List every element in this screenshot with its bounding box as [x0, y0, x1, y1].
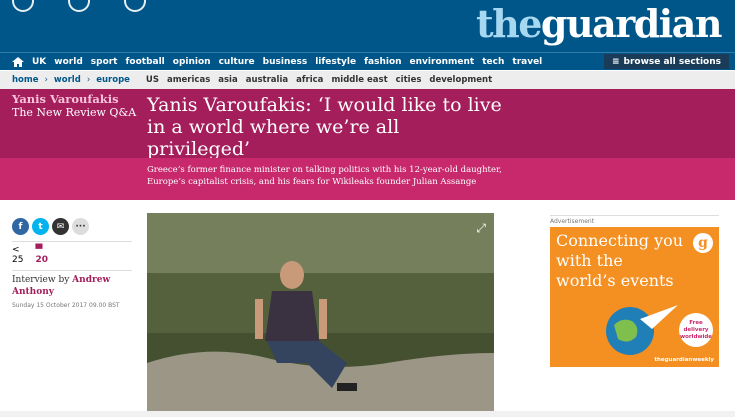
facebook-share-icon[interactable]: f — [12, 218, 29, 235]
search-icon[interactable] — [68, 0, 90, 12]
nav-item-travel[interactable]: travel — [512, 57, 542, 67]
advertisement[interactable]: Connecting you with the world’s events g… — [550, 227, 719, 367]
chevron-right-icon: › — [86, 75, 91, 85]
region-links: US americas asia australia africa middle… — [146, 75, 492, 85]
nav-item-tech[interactable]: tech — [482, 57, 504, 67]
expand-icon[interactable]: ⤢ — [476, 221, 486, 236]
masthead: theguardian — [0, 0, 735, 52]
standfirst-band: Greece’s former finance minister on talk… — [0, 158, 735, 200]
standfirst: Greece’s former finance minister on talk… — [147, 165, 502, 187]
series-label[interactable]: Yanis Varoufakis The New Review Q&A — [12, 92, 137, 120]
share-icon: < — [12, 245, 20, 255]
hamburger-icon: ≡ — [611, 56, 620, 67]
main-image[interactable]: ⤢ — [147, 213, 494, 411]
guardian-logo[interactable]: theguardian — [476, 2, 722, 46]
ad-headline: Connecting you with the world’s events — [556, 231, 684, 290]
nav-item-business[interactable]: business — [263, 57, 308, 67]
breadcrumb-europe[interactable]: europe — [96, 75, 130, 85]
breadcrumb-home[interactable]: home — [12, 75, 39, 85]
region-australia[interactable]: australia — [246, 75, 288, 85]
email-share-icon[interactable]: ✉ — [52, 218, 69, 235]
page-title: Yanis Varoufakis: ‘I would like to live … — [147, 94, 502, 160]
region-middle-east[interactable]: middle east — [331, 75, 387, 85]
region-us[interactable]: US — [146, 75, 159, 85]
photo-illustration — [147, 213, 494, 411]
nav-item-world[interactable]: world — [54, 57, 82, 67]
comment-icon: ▀ — [35, 245, 43, 255]
publish-date: Sunday 15 October 2017 09.00 BST — [12, 302, 120, 309]
region-americas[interactable]: americas — [167, 75, 210, 85]
nav-item-environment[interactable]: environment — [410, 57, 475, 67]
byline: Interview by Andrew Anthony — [12, 270, 132, 298]
ad-badge: Free delivery worldwide — [679, 313, 713, 347]
counts: < 25 ▀ 20 — [12, 241, 132, 265]
region-development[interactable]: development — [429, 75, 492, 85]
region-asia[interactable]: asia — [218, 75, 237, 85]
series-subtitle: The New Review Q&A — [12, 106, 137, 119]
share-buttons: f t ✉ ··· — [12, 218, 132, 235]
account-icon[interactable] — [12, 0, 34, 12]
footer-strip — [0, 411, 735, 417]
more-share-icon[interactable]: ··· — [72, 218, 89, 235]
breadcrumb-world[interactable]: world — [54, 75, 81, 85]
nav-item-uk[interactable]: UK — [32, 57, 46, 67]
comment-count[interactable]: ▀ 20 — [35, 245, 48, 265]
article-meta: f t ✉ ··· < 25 ▀ 20 Interview by Andrew … — [12, 218, 132, 309]
article-header: Yanis Varoufakis The New Review Q&A Yani… — [0, 89, 735, 160]
ad-label: Advertisement — [550, 215, 719, 225]
globe-icon — [606, 305, 678, 355]
nav-item-football[interactable]: football — [126, 57, 165, 67]
region-africa[interactable]: africa — [296, 75, 323, 85]
breadcrumb: home › world › europe US americas asia a… — [0, 71, 735, 89]
nav-item-culture[interactable]: culture — [219, 57, 255, 67]
region-cities[interactable]: cities — [396, 75, 422, 85]
ad-brand: theguardianweekly — [654, 357, 714, 363]
guardian-g-logo-icon: g — [693, 233, 713, 253]
nav-item-opinion[interactable]: opinion — [173, 57, 211, 67]
twitter-share-icon[interactable]: t — [32, 218, 49, 235]
top-icons — [12, 0, 146, 12]
share-count: < 25 — [12, 245, 24, 265]
nav-item-fashion[interactable]: fashion — [364, 57, 401, 67]
main-nav: UK world sport football opinion culture … — [0, 52, 735, 70]
chevron-right-icon: › — [44, 75, 48, 85]
nav-item-sport[interactable]: sport — [91, 57, 118, 67]
nav-item-lifestyle[interactable]: lifestyle — [315, 57, 356, 67]
browse-all-sections-button[interactable]: ≡ browse all sections — [603, 54, 729, 69]
home-icon[interactable] — [12, 56, 24, 67]
menu-icon[interactable] — [124, 0, 146, 12]
series-title: Yanis Varoufakis — [12, 92, 119, 106]
